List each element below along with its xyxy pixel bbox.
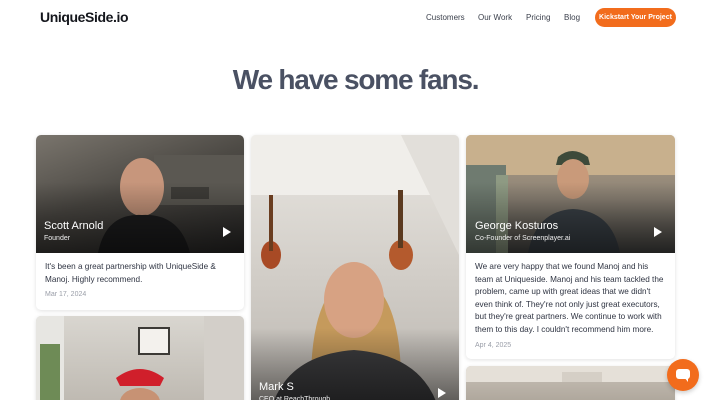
logo[interactable]: UniqueSide.io	[40, 9, 129, 25]
testimonial-video-mark[interactable]: Mark S CEO at ReachThrough	[251, 135, 459, 400]
testimonial-video[interactable]	[36, 316, 244, 400]
testimonial-video-scott[interactable]: Scott Arnold Founder	[36, 135, 244, 253]
play-icon[interactable]	[654, 227, 662, 237]
quote-line: It's been a great partnership with Uniqu…	[45, 262, 216, 271]
quote-line: them to this day. I couldn't recommend h…	[475, 324, 654, 334]
quote-line: Manoj. Highly recommend.	[45, 274, 143, 284]
site-header: UniqueSide.io Customers Our Work Pricing…	[0, 0, 711, 36]
testimonial-card-mark: Mark S CEO at ReachThrough	[251, 135, 459, 400]
testimonial-video[interactable]	[466, 366, 675, 400]
testimonial-card-george: George Kosturos Co-Founder of Screenplay…	[466, 135, 675, 359]
video-thumbnail	[36, 316, 244, 400]
testimonial-card-video	[466, 366, 675, 400]
nav-customers[interactable]: Customers	[426, 13, 465, 22]
testimonial-name: George Kosturos	[475, 220, 559, 232]
quote-line: but they're great partners. We continue …	[475, 312, 662, 321]
quote-line: team at Uniqueside. Manoj and his team t…	[475, 274, 664, 284]
kickstart-project-button[interactable]: Kickstart Your Project	[595, 8, 676, 27]
testimonial-role: Co-Founder of Screenplayer.ai	[475, 235, 571, 242]
testimonial-name: Scott Arnold	[44, 220, 104, 232]
quote-line: problem, came up with great ideas that w…	[475, 287, 651, 296]
testimonial-card-scott: Scott Arnold Founder It's been a great p…	[36, 135, 244, 310]
testimonial-quote: We are very happy that we found Manoj an…	[475, 261, 669, 336]
nav-blog[interactable]: Blog	[564, 13, 580, 22]
testimonial-role: Founder	[44, 235, 71, 242]
nav-our-work[interactable]: Our Work	[478, 13, 512, 22]
quote-line: We are very happy that we found Manoj an…	[475, 262, 649, 271]
play-icon[interactable]	[223, 227, 231, 237]
testimonial-name: Mark S	[259, 381, 294, 393]
testimonial-quote: It's been a great partnership with Uniqu…	[45, 261, 237, 286]
testimonial-date: Apr 4, 2025	[475, 342, 512, 349]
testimonial-video-george[interactable]: George Kosturos Co-Founder of Screenplay…	[466, 135, 675, 253]
chat-launcher-button[interactable]	[667, 359, 699, 391]
play-icon[interactable]	[438, 388, 446, 398]
testimonial-role: CEO at ReachThrough	[259, 396, 331, 400]
nav-pricing[interactable]: Pricing	[526, 13, 550, 22]
testimonial-date: Mar 17, 2024	[45, 291, 87, 298]
video-thumbnail	[466, 366, 675, 382]
page-headline: We have some fans.	[232, 64, 480, 95]
testimonial-card-video	[36, 316, 244, 400]
quote-line: even think of. They're not only just gre…	[475, 299, 660, 309]
